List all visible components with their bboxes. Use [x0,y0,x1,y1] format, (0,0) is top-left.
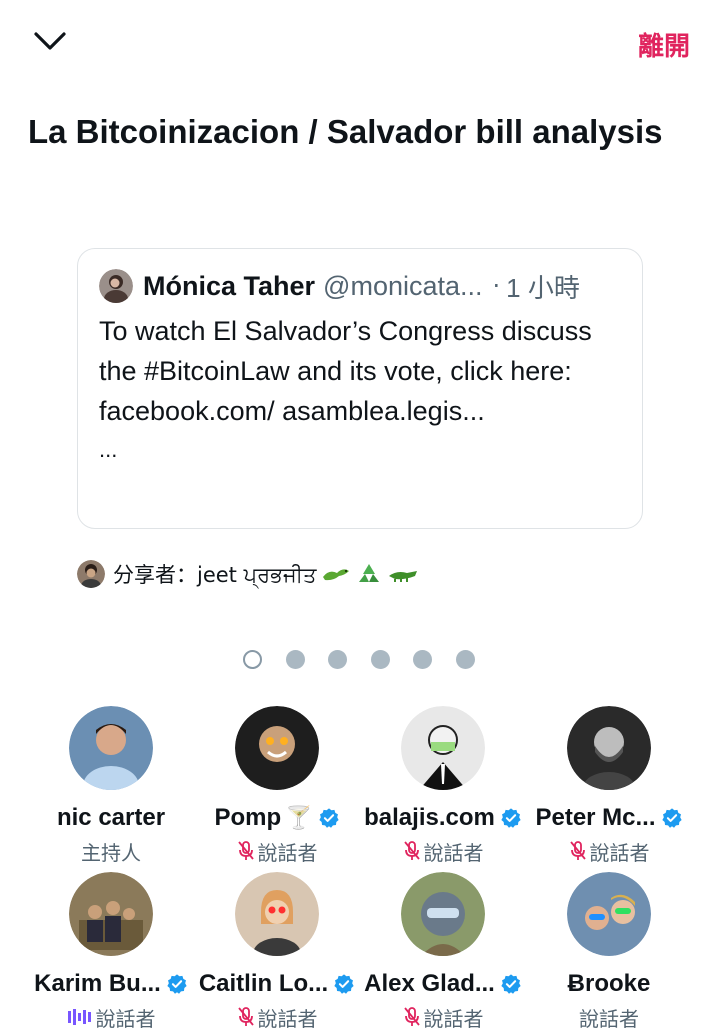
participant-name: balajis.com [364,804,495,831]
participant-role-label: 說話者 [257,840,318,865]
participant-role: 說話者 [194,1002,360,1032]
tweet-author-avatar [99,269,133,303]
participant-role: 說話者 [526,836,692,866]
page-dot-6[interactable] [455,650,475,669]
participant-avatar[interactable] [235,872,319,956]
participant-name: Pomp [214,804,282,831]
mic-muted-icon [403,1007,420,1026]
page-dot-1[interactable] [243,650,262,669]
participant-name-row: Caitlin Lo... [194,968,360,1000]
page-dot-2[interactable] [285,650,305,669]
participant-role-label: 說話者 [579,1006,639,1031]
participant-tile[interactable]: Pomp 🍸 說話者 [194,706,360,866]
participant-name-row: Alex Glad... [360,968,526,1000]
tweet-author-name: Mónica Taher [143,270,316,301]
participant-avatar[interactable] [401,706,485,790]
page-dot-5[interactable] [413,650,432,669]
participant-role: 說話者 [194,836,360,866]
chevron-down-icon[interactable] [28,22,72,62]
participant-name-row: Peter Mc... [526,802,692,834]
participant-avatar[interactable] [401,872,485,956]
participant-role: 說話者 [360,836,526,866]
verified-badge-icon [334,974,354,994]
participant-name-row: Ƀrooke [526,968,692,1000]
mic-muted-icon [569,841,586,860]
participant-role-label: 說話者 [257,1006,318,1031]
participant-tile[interactable]: balajis.com 說話者 [360,706,526,866]
pinned-tweet-card[interactable]: Mónica Taher @monicata... · 1 小時 To watc… [77,248,643,529]
participant-avatar[interactable] [69,706,153,790]
verified-badge-icon [661,808,682,828]
participant-name-row: Pomp 🍸 [194,802,360,834]
lizard-emoji [321,563,351,585]
recycle-emoji [355,562,383,586]
verified-badge-icon [501,974,521,994]
top-bar: 離開 [0,0,720,90]
leave-button[interactable]: 離開 [638,26,690,63]
participant-role-label: 說話者 [95,1006,156,1031]
mic-muted-icon [237,841,254,860]
participant-name-row: nic carter [28,802,194,834]
participant-role-label: 主持人 [81,840,141,865]
participant-name: Alex Glad... [364,970,495,997]
crocodile-emoji [387,564,419,584]
participant-role: 說話者 [28,1002,194,1032]
cocktail-emoji: 🍸 [285,805,313,830]
sharer-avatar [77,560,105,588]
participant-role: 主持人 [28,836,194,866]
participant-name-row: balajis.com [360,802,526,834]
verified-badge-icon [167,974,187,994]
participant-name: nic carter [56,804,166,831]
page-indicator [243,650,498,669]
page-dot-3[interactable] [328,650,347,669]
tweet-text: To watch El Salvador’s Congress discuss … [99,316,592,426]
mic-muted-icon [237,1007,254,1026]
participant-name: Peter Mc... [535,804,656,831]
page-dot-4[interactable] [370,650,390,669]
shared-by-text: 分享者：jeet ਪ੍ਰਭਜੀਤ [113,563,317,587]
participant-name-row: Karim Bu... [28,968,194,1000]
space-title: La Bitcoinizacion / Salvador bill analys… [28,113,663,150]
participant-tile[interactable]: nic carter 主持人 [28,706,194,866]
tweet-time: 1 小時 [506,272,580,303]
participant-role-label: 說話者 [423,1006,484,1031]
participant-avatar[interactable] [567,872,651,956]
participant-avatar[interactable] [235,706,319,790]
participant-tile[interactable]: Caitlin Lo... 說話者 [194,872,360,1032]
participant-tile[interactable]: Karim Bu... 說話者 [28,872,194,1032]
shared-by: 分享者：jeet ਪ੍ਰਭਜੀਤ [77,556,419,592]
speaking-icon [67,1009,91,1025]
participant-avatar[interactable] [69,872,153,956]
participant-role-label: 說話者 [589,840,650,865]
participant-avatar[interactable] [567,706,651,790]
tweet-author-handle: @monicata... [323,270,483,301]
participant-tile[interactable]: Alex Glad... 說話者 [360,872,526,1032]
participant-role-label: 說話者 [423,840,484,865]
verified-badge-icon [318,808,339,828]
participant-name: Karim Bu... [34,970,161,997]
participant-tile[interactable]: Ƀrooke 說話者 [526,872,692,1032]
participant-tile[interactable]: Peter Mc... 說話者 [526,706,692,866]
tweet-separator: · [492,272,501,300]
verified-badge-icon [501,808,521,828]
participant-role: 說話者 [360,1002,526,1032]
tweet-more: ... [99,437,118,462]
tweet-header: Mónica Taher @monicata... · 1 小時 [99,267,622,305]
participant-role: 說話者 [526,1002,692,1032]
participant-name: Ƀrooke [567,970,651,997]
participant-name: Caitlin Lo... [198,970,329,997]
mic-muted-icon [403,841,420,860]
